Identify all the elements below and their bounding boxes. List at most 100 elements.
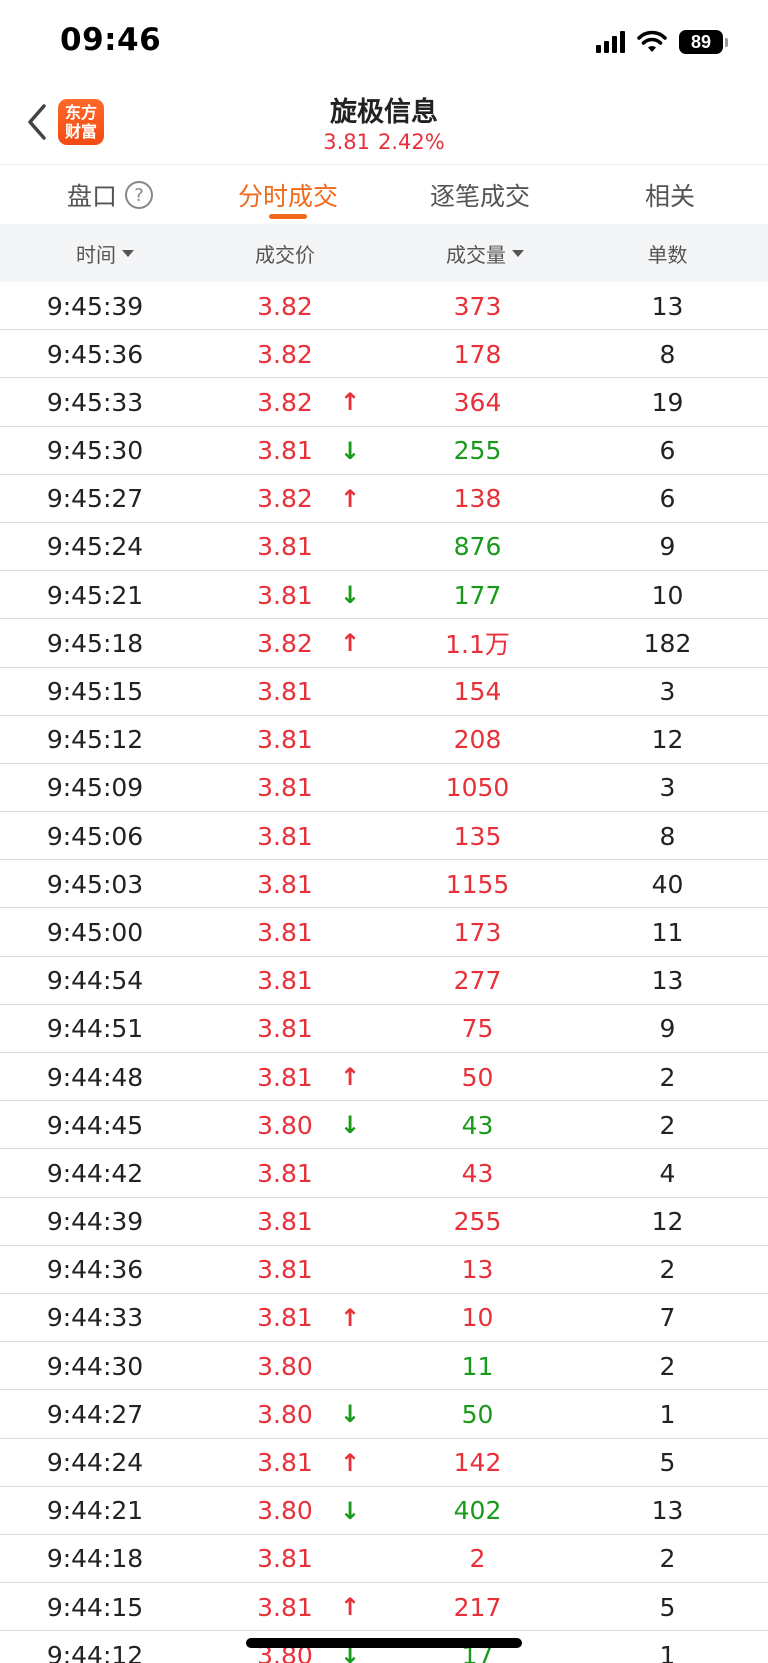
trade-time: 9:45:33 [46,387,144,417]
arrow-up-icon [330,716,370,764]
arrow-down-icon: ↓ [339,581,361,610]
table-row: 9:44:15 3.81 ↑ 217 5 [0,1583,768,1632]
stock-name: 旋极信息 [330,97,438,128]
trade-time: 9:44:24 [46,1448,144,1477]
tab-related[interactable]: 相关 [620,165,720,225]
table-row: 9:45:12 3.81 208 12 [0,716,768,764]
trade-count: 19 [651,387,684,417]
table-row: 9:44:27 3.80 ↓ 50 1 [0,1390,768,1439]
table-row: 9:45:39 3.82 373 13 [0,282,768,331]
column-header-time[interactable]: 时间 [0,224,210,282]
trade-volume: 178 [453,339,502,369]
trade-time: 9:44:27 [46,1399,144,1429]
trade-volume: 11 [461,1351,494,1381]
trade-time: 9:45:24 [46,532,144,562]
table-row: 9:45:06 3.81 135 8 [0,812,768,861]
arrow-up-icon [330,860,370,908]
status-icons: 89 [596,28,728,56]
arrow-up-icon: ↑ [339,1448,361,1477]
sort-caret-icon [512,249,524,257]
column-header-price-label: 成交价 [255,242,315,267]
trade-count: 2 [659,1351,676,1381]
trade-volume: 142 [453,1448,502,1477]
trade-time: 9:45:27 [46,484,144,514]
trade-count: 2 [659,1110,676,1140]
tab-minute-trades-label: 分时成交 [237,182,338,211]
nav-header: 东方 财富 旋极信息 3.81 2.42% [0,84,768,164]
table-row: 9:45:15 3.81 154 3 [0,668,768,716]
trade-volume: 50 [461,1062,494,1092]
trade-count: 8 [659,821,676,851]
trade-count: 13 [651,966,684,996]
tab-tick-trades-label: 逐笔成交 [429,182,530,211]
table-row: 9:44:48 3.81 ↑ 50 2 [0,1053,768,1102]
arrow-up-icon [330,1246,370,1294]
trade-time: 9:44:21 [46,1496,144,1526]
home-indicator[interactable] [246,1638,522,1648]
trade-count: 5 [659,1592,676,1622]
trade-count: 2 [659,1255,676,1285]
trade-count: 13 [651,291,684,321]
trade-volume: 255 [453,436,502,466]
arrow-up-icon [330,908,370,956]
stock-quote: 3.81 2.42% [0,130,768,154]
tab-tick-trades[interactable]: 逐笔成交 [400,165,560,225]
trade-count: 1 [659,1399,676,1429]
arrow-up-icon [330,764,370,812]
column-header-volume[interactable]: 成交量 [400,224,570,282]
table-row: 9:45:24 3.81 876 9 [0,523,768,572]
table-row: 9:44:42 3.81 43 4 [0,1149,768,1198]
table-row: 9:44:51 3.81 75 9 [0,1005,768,1053]
trade-volume: 10 [461,1303,494,1333]
table-row: 9:44:30 3.80 11 2 [0,1342,768,1391]
trade-volume: 135 [453,821,502,851]
table-row: 9:45:27 3.82 ↑ 138 6 [0,475,768,523]
tab-related-label: 相关 [644,182,695,211]
trade-list[interactable]: 9:45:39 3.82 373 13 9:45:36 3.82 178 8 9:45:33 3.… [0,282,768,1663]
trade-count: 11 [651,917,684,947]
trade-volume: 364 [453,387,502,417]
tab-order-book[interactable]: 盘口 ? [40,165,180,225]
trade-count: 6 [659,436,676,466]
arrow-up-icon [330,1198,370,1246]
table-row: 9:44:33 3.81 ↑ 10 7 [0,1294,768,1343]
trade-volume: 1050 [445,773,510,803]
trade-time: 9:44:45 [46,1110,144,1140]
trade-count: 8 [659,339,676,369]
table-row: 9:45:03 3.81 1155 40 [0,860,768,909]
arrow-up-icon: ↑ [339,629,361,658]
trade-volume: 43 [461,1158,494,1188]
trade-time: 9:45:06 [46,821,144,851]
trade-time: 9:44:42 [46,1158,144,1188]
column-header-price: 成交价 [210,224,360,282]
trade-volume: 1.1万 [445,630,510,660]
arrow-up-icon [330,523,370,571]
trade-count: 9 [659,1014,676,1044]
arrow-down-icon: ↓ [339,436,361,465]
table-row: 9:44:18 3.81 2 2 [0,1535,768,1584]
table-row: 9:45:21 3.81 ↓ 177 10 [0,571,768,620]
trade-volume: 373 [453,291,502,321]
trade-count: 7 [659,1303,676,1333]
arrow-up-icon [330,1535,370,1583]
arrow-up-icon [330,1149,370,1197]
trade-time: 9:44:51 [46,1014,144,1044]
arrow-down-icon: ↓ [339,1400,361,1429]
active-tab-indicator [269,214,307,219]
arrow-up-icon: ↑ [339,484,361,513]
column-header-count-label: 单数 [647,242,688,267]
trade-time: 9:44:54 [46,966,144,996]
trade-volume: 177 [453,580,502,610]
trade-count: 1 [659,1640,676,1663]
trade-time: 9:44:30 [46,1351,144,1381]
battery-level: 89 [679,30,723,54]
column-header-volume-label: 成交量 [446,242,506,267]
wifi-icon [637,30,667,52]
arrow-down-icon: ↓ [339,1111,361,1140]
help-icon[interactable]: ? [125,181,153,209]
table-row: 9:44:54 3.81 277 13 [0,957,768,1005]
trade-time: 9:44:48 [46,1062,144,1092]
trade-time: 9:45:12 [46,725,144,755]
trade-time: 9:45:03 [46,869,144,899]
cellular-signal-icon [596,31,625,53]
